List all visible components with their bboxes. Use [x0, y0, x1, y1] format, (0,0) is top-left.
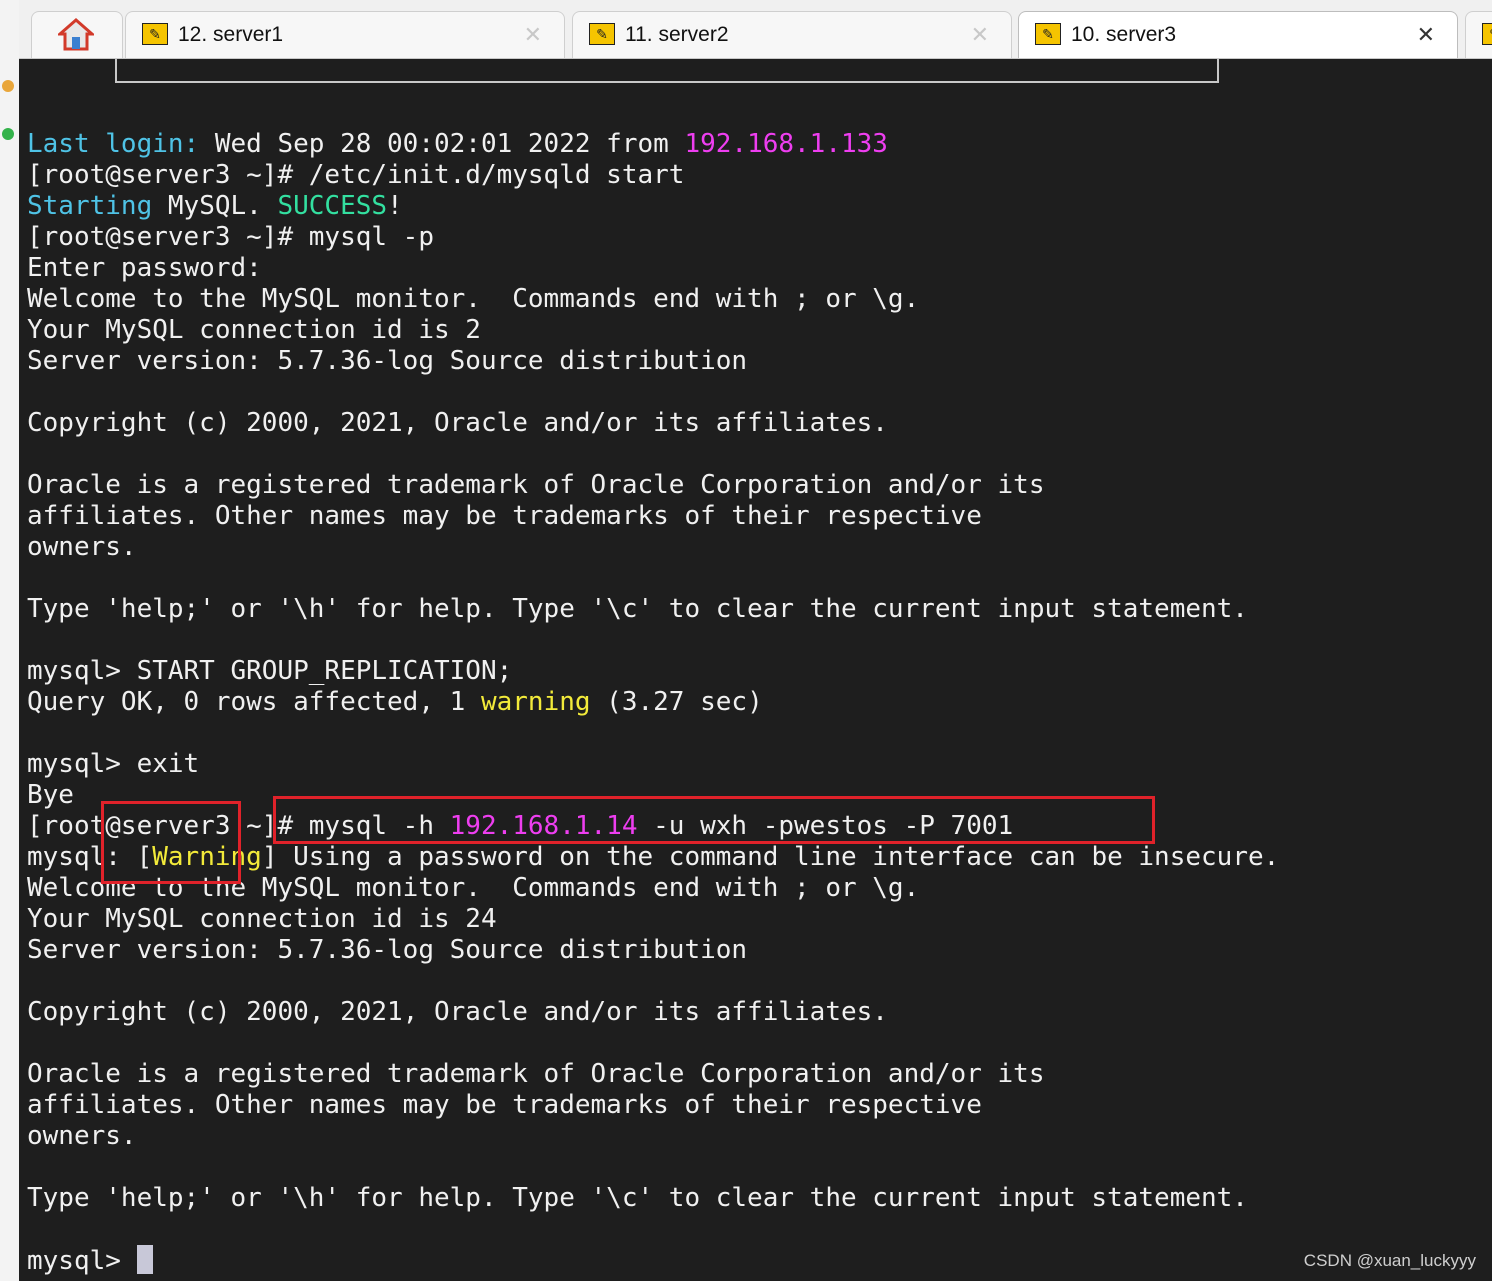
- terminal-text: [root@server3 ~]# /etc/init.d/mysqld sta…: [27, 160, 685, 190]
- terminal-text: SUCCESS: [277, 191, 388, 221]
- tab-bar: ✎ 12. server1 ✕ ✎ 11. server2 ✕ ✎ 10. se…: [19, 0, 1492, 59]
- edge-marker-icon: [2, 80, 14, 92]
- terminal-text: mysql> START GROUP_REPLICATION;: [27, 656, 513, 686]
- key-icon: ✎: [1035, 23, 1061, 45]
- tab-server3[interactable]: ✎ 10. server3 ✕: [1018, 11, 1458, 58]
- terminal-line: mysql> exit: [27, 749, 1279, 780]
- terminal-line: Server version: 5.7.36-log Source distri…: [27, 346, 1279, 377]
- tab-server1[interactable]: ✎ 12. server1 ✕: [125, 11, 565, 58]
- terminal-line: Enter password:: [27, 253, 1279, 284]
- terminal-text: owners.: [27, 532, 137, 562]
- terminal-text: Your MySQL connection id is 2: [27, 315, 481, 345]
- tab-server2[interactable]: ✎ 11. server2 ✕: [572, 11, 1012, 58]
- terminal-text: Starting: [27, 191, 153, 221]
- terminal-line: [root@server3 ~]# /etc/init.d/mysqld sta…: [27, 160, 1279, 191]
- tab-home[interactable]: [31, 11, 123, 58]
- terminal-line: mysql>: [27, 1245, 1279, 1276]
- terminal-line: Query OK, 0 rows affected, 1 warning (3.…: [27, 687, 1279, 718]
- terminal-line: Oracle is a registered trademark of Orac…: [27, 470, 1279, 501]
- terminal-text: [root@server3 ~]# mysql -p: [27, 222, 434, 252]
- terminal-line: Your MySQL connection id is 24: [27, 904, 1279, 935]
- key-icon: ✎: [142, 23, 168, 45]
- terminal-text: mysql>: [27, 1246, 137, 1276]
- terminal-text: Bye: [27, 780, 74, 810]
- terminal-text: MySQL.: [152, 191, 278, 221]
- terminal-text: affiliates. Other names may be trademark…: [27, 501, 982, 531]
- terminal-line: affiliates. Other names may be trademark…: [27, 501, 1279, 532]
- terminal-text: owners.: [27, 1121, 137, 1151]
- terminal-text: Oracle is a registered trademark of Orac…: [27, 1059, 1045, 1089]
- terminal-line: Your MySQL connection id is 2: [27, 315, 1279, 346]
- terminal-line: Copyright (c) 2000, 2021, Oracle and/or …: [27, 997, 1279, 1028]
- key-icon: ✎: [589, 23, 615, 45]
- terminal-text: mysql> exit: [27, 749, 200, 779]
- terminal-line: Welcome to the MySQL monitor. Commands e…: [27, 284, 1279, 315]
- terminal-output: Last login: Wed Sep 28 00:02:01 2022 fro…: [27, 129, 1279, 1276]
- terminal-line: Type 'help;' or '\h' for help. Type '\c'…: [27, 594, 1279, 625]
- terminal-line: Last login: Wed Sep 28 00:02:01 2022 fro…: [27, 129, 1279, 160]
- highlight-box-hostname: [101, 801, 241, 884]
- close-icon[interactable]: ✕: [1417, 22, 1435, 48]
- terminal-text: Welcome to the MySQL monitor. Commands e…: [27, 284, 920, 314]
- terminal-line: Copyright (c) 2000, 2021, Oracle and/or …: [27, 408, 1279, 439]
- terminal-text: affiliates. Other names may be trademark…: [27, 1090, 982, 1120]
- terminal-line: Type 'help;' or '\h' for help. Type '\c'…: [27, 1183, 1279, 1214]
- terminal-text: Server version: 5.7.36-log Source distri…: [27, 346, 748, 376]
- terminal-text: Copyright (c) 2000, 2021, Oracle and/or …: [27, 408, 888, 438]
- tab-label: 11. server2: [625, 23, 729, 46]
- terminal-text: Copyright (c) 2000, 2021, Oracle and/or …: [27, 997, 888, 1027]
- terminal-text: Type 'help;' or '\h' for help. Type '\c'…: [27, 1183, 1248, 1213]
- terminal-text: (3.27 sec): [590, 687, 763, 717]
- left-window-edge: [0, 0, 20, 1281]
- terminal-text: !: [387, 191, 403, 221]
- tab-label: 12. server1: [178, 23, 284, 46]
- terminal-line: owners.: [27, 1121, 1279, 1152]
- tab-label: 10. server3: [1071, 23, 1177, 46]
- terminal-text: 192.168.1.133: [684, 129, 888, 159]
- terminal-line: mysql> START GROUP_REPLICATION;: [27, 656, 1279, 687]
- banner-box-border: [115, 59, 1219, 83]
- terminal-text: Oracle is a registered trademark of Orac…: [27, 470, 1045, 500]
- terminal-text: Enter password:: [27, 253, 262, 283]
- terminal-line: affiliates. Other names may be trademark…: [27, 1090, 1279, 1121]
- watermark: CSDN @xuan_luckyyy: [1303, 1251, 1476, 1270]
- home-icon: [58, 18, 94, 51]
- terminal-text: Query OK, 0 rows affected, 1: [27, 687, 481, 717]
- cursor: [136, 1245, 153, 1274]
- terminal-text: Server version: 5.7.36-log Source distri…: [27, 935, 748, 965]
- terminal-line: [root@server3 ~]# mysql -p: [27, 222, 1279, 253]
- terminal-line: owners.: [27, 532, 1279, 563]
- tab-overflow[interactable]: ✎: [1465, 11, 1492, 58]
- terminal-text: Last login:: [27, 129, 200, 159]
- edge-marker-icon: [2, 128, 14, 140]
- terminal-text: ] Using a password on the command line i…: [261, 842, 1280, 872]
- terminal-text: warning: [480, 687, 591, 717]
- highlight-box-command: [273, 796, 1155, 844]
- terminal-line: Oracle is a registered trademark of Orac…: [27, 1059, 1279, 1090]
- terminal-text: Type 'help;' or '\h' for help. Type '\c'…: [27, 594, 1248, 624]
- terminal-text: Wed Sep 28 00:02:01 2022 from: [199, 129, 685, 159]
- close-icon[interactable]: ✕: [971, 22, 989, 48]
- terminal-text: Your MySQL connection id is 24: [27, 904, 497, 934]
- terminal-window[interactable]: Last login: Wed Sep 28 00:02:01 2022 fro…: [19, 59, 1492, 1281]
- terminal-line: Starting MySQL. SUCCESS!: [27, 191, 1279, 222]
- close-icon[interactable]: ✕: [524, 22, 542, 48]
- terminal-line: Server version: 5.7.36-log Source distri…: [27, 935, 1279, 966]
- key-icon: ✎: [1482, 23, 1492, 45]
